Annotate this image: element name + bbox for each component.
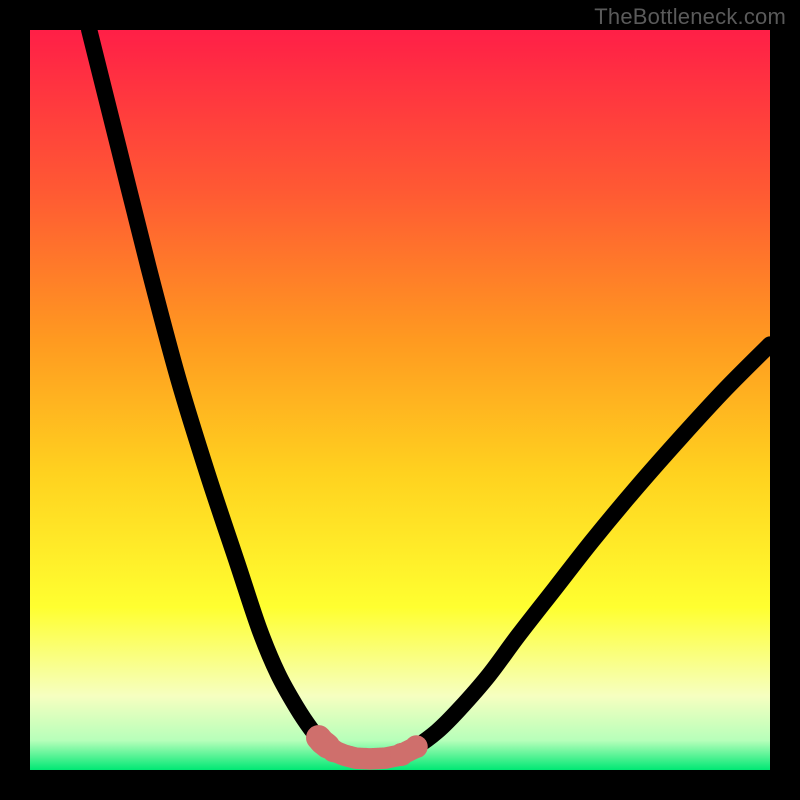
watermark-text: TheBottleneck.com xyxy=(594,4,786,30)
chart-svg xyxy=(30,30,770,770)
gradient-background xyxy=(30,30,770,770)
chart-frame: TheBottleneck.com xyxy=(0,0,800,800)
plot-area xyxy=(30,30,770,770)
optimal-marker-1-cap xyxy=(322,739,345,762)
optimal-marker-2-cap xyxy=(405,735,428,758)
